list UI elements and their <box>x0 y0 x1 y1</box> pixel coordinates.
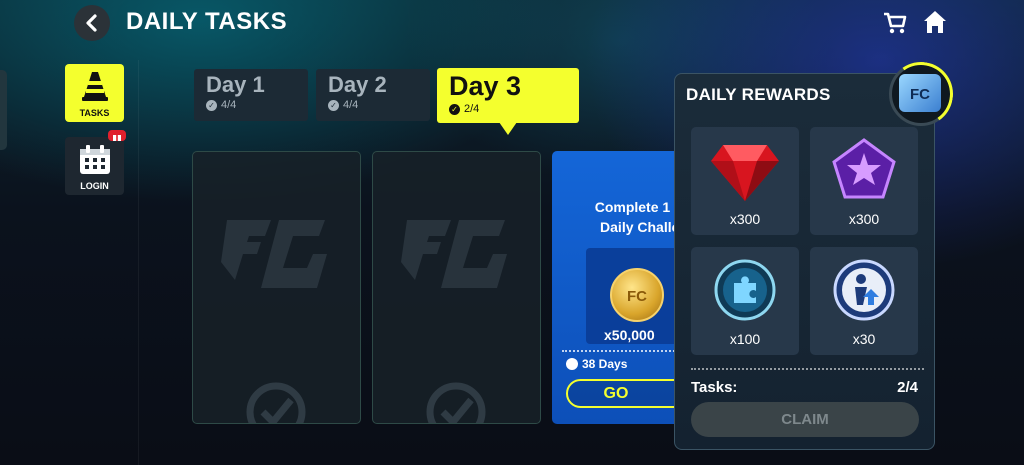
clock-icon <box>566 358 578 370</box>
task-reward-amount: x50,000 <box>604 327 655 343</box>
nav-login[interactable]: LOGIN <box>65 137 124 195</box>
reward-tile[interactable]: x100 <box>691 247 799 355</box>
dotted-divider <box>562 350 682 352</box>
rail-divider <box>138 60 139 465</box>
go-button[interactable]: GO <box>566 379 682 408</box>
time-remaining-text: 38 Days <box>582 357 628 371</box>
back-button[interactable] <box>74 5 110 41</box>
day-2-label: Day 2 <box>328 72 387 97</box>
nav-tasks-label: TASKS <box>79 108 110 118</box>
completed-check-icon <box>246 382 306 423</box>
rewards-title: DAILY REWARDS <box>686 85 831 104</box>
task-title: Complete 1 TO Daily Challen <box>564 197 682 237</box>
nav-tasks[interactable]: TASKS <box>65 64 124 122</box>
chevron-left-icon <box>86 14 97 32</box>
task-card-active[interactable]: Complete 1 TO Daily Challen FC x50,000 3… <box>552 151 682 424</box>
task-card-completed[interactable] <box>192 151 361 424</box>
svg-text:FC: FC <box>627 288 647 305</box>
check-icon: ✓ <box>449 103 460 115</box>
reward-amount: x30 <box>852 331 876 347</box>
check-icon: ✓ <box>328 99 339 111</box>
fc-logo-icon <box>401 220 507 288</box>
svg-text:FC: FC <box>910 86 930 103</box>
day-1-label: Day 1 <box>206 72 265 97</box>
fc-logo-icon <box>221 220 327 288</box>
task-title-line-1: Complete 1 TO <box>594 199 682 215</box>
gift-notification-icon <box>108 130 126 141</box>
nav-login-label: LOGIN <box>80 181 109 191</box>
check-icon: ✓ <box>206 99 217 111</box>
reward-chest-icon[interactable]: FC <box>899 74 941 112</box>
tasks-progress-value: 2/4 <box>897 379 918 396</box>
reward-amount: x100 <box>729 331 761 347</box>
page-title: DAILY TASKS <box>126 8 288 35</box>
tasks-progress-label: Tasks: <box>691 379 738 396</box>
claim-button[interactable]: CLAIM <box>691 402 919 437</box>
player-upgrade-icon <box>833 259 895 321</box>
calendar-icon <box>80 145 110 174</box>
cart-icon[interactable] <box>882 10 908 36</box>
reward-tile[interactable]: x300 <box>691 127 799 235</box>
day-3-progress: 2/4 <box>464 103 480 115</box>
tab-day-2[interactable]: Day 2 ✓ 4/4 <box>316 69 430 121</box>
red-gem-icon <box>711 145 779 201</box>
task-title-line-2: Daily Challen <box>600 219 682 235</box>
home-icon[interactable] <box>922 8 948 36</box>
tab-day-3[interactable]: Day 3 ✓ 2/4 <box>437 68 579 123</box>
coin-icon: FC <box>610 268 664 322</box>
reward-amount: x300 <box>729 211 761 227</box>
reward-tile[interactable]: x300 <box>810 127 918 235</box>
side-drawer-tab[interactable] <box>0 70 7 150</box>
daily-rewards-panel: DAILY REWARDS x300 x300 x100 x30 Tasks: … <box>674 73 935 450</box>
completed-check-icon <box>426 382 486 423</box>
selected-tab-pointer <box>499 122 517 135</box>
task-card-completed[interactable] <box>372 151 541 424</box>
traffic-cone-icon <box>82 72 108 101</box>
day-1-progress: 4/4 <box>221 99 237 111</box>
dotted-divider <box>691 368 924 370</box>
reward-tile[interactable]: x30 <box>810 247 918 355</box>
time-remaining: 38 Days <box>566 357 627 371</box>
reward-amount: x300 <box>848 211 880 227</box>
day-2-progress: 4/4 <box>343 99 359 111</box>
purple-gem-icon <box>832 138 896 199</box>
day-3-label: Day 3 <box>449 71 522 101</box>
tab-day-1[interactable]: Day 1 ✓ 4/4 <box>194 69 308 121</box>
puzzle-token-icon <box>714 259 776 321</box>
